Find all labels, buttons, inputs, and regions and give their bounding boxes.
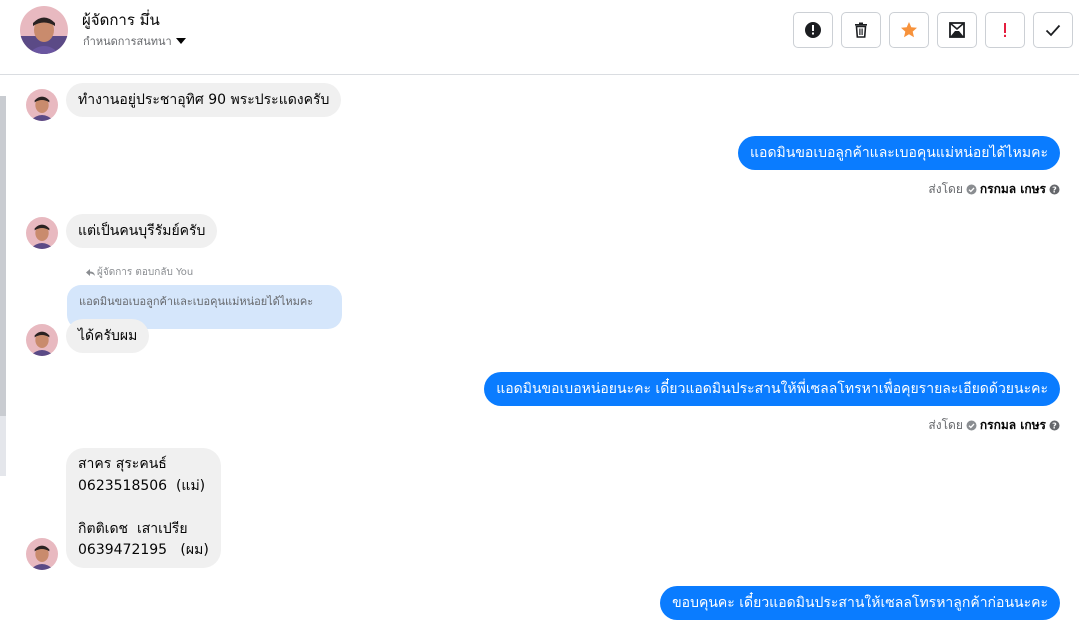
conversation-header: ผู้จัดการ มึ่น กำหนดการสนทนา: [0, 0, 1079, 75]
caret-down-icon: [175, 38, 186, 44]
message-bubble-outgoing[interactable]: แอดมินขอเบอลูกค้าและเบอคุนแม่หน่อยได้ไหม…: [738, 136, 1060, 170]
exclamation-icon: [1004, 23, 1006, 37]
report-spam-button[interactable]: [793, 12, 833, 48]
mailbox-icon: [949, 22, 965, 38]
conversation-settings-label: กำหนดการสนทนา: [83, 35, 172, 48]
contact-avatar-small[interactable]: [26, 89, 58, 121]
mark-important-button[interactable]: [985, 12, 1025, 48]
contact-name: ผู้จัดการ มึ่น: [82, 11, 160, 29]
star-icon: [901, 22, 917, 38]
delete-button[interactable]: [841, 12, 881, 48]
sent-by-prefix: ส่งโดย: [928, 418, 963, 432]
sent-by-prefix: ส่งโดย: [928, 182, 963, 196]
reply-context-label: ผู้จัดการ ตอบกลับ You: [86, 265, 193, 280]
sent-by-label: ส่งโดย กรกมล เกษร ?: [928, 180, 1060, 199]
sender-name[interactable]: กรกมล เกษร: [980, 416, 1046, 435]
message-thread[interactable]: ทำงานอยู่ประชาอุทิศ 90 พระประแดงครับ แอด…: [0, 76, 1079, 627]
message-bubble-outgoing[interactable]: แอดมินขอเบอหน่อยนะคะ เดี๋ยวแอดมินประสานใ…: [484, 372, 1060, 406]
message-bubble-incoming[interactable]: ได้ครับผม: [66, 319, 150, 353]
contact-avatar-small[interactable]: [26, 538, 58, 570]
trash-icon: [855, 22, 867, 38]
scrollbar-track[interactable]: [0, 96, 6, 476]
conversation-toolbar: [793, 12, 1073, 48]
move-to-done-button[interactable]: [937, 12, 977, 48]
scrollbar-thumb[interactable]: [0, 96, 6, 416]
question-circle-icon[interactable]: ?: [1049, 184, 1060, 195]
reply-arrow-icon: [86, 269, 95, 276]
star-button[interactable]: [889, 12, 929, 48]
contact-avatar-small[interactable]: [26, 217, 58, 249]
svg-text:?: ?: [1052, 421, 1057, 430]
chat-window: ผู้จัดการ มึ่น กำหนดการสนทนา ทำงานอยู่ปร…: [0, 0, 1079, 627]
check-icon: [1045, 24, 1061, 37]
conversation-settings[interactable]: กำหนดการสนทนา: [83, 32, 186, 50]
message-bubble-incoming[interactable]: ทำงานอยู่ประชาอุทิศ 90 พระประแดงครับ: [66, 83, 342, 117]
sender-name[interactable]: กรกมล เกษร: [980, 180, 1046, 199]
check-circle-icon: [966, 420, 977, 431]
svg-text:?: ?: [1052, 185, 1057, 194]
message-bubble-outgoing[interactable]: ขอบคุนคะ เดี๋ยวแอดมินประสานให้เซลลโทรหาล…: [660, 586, 1060, 620]
question-circle-icon[interactable]: ?: [1049, 420, 1060, 431]
contact-avatar-small[interactable]: [26, 324, 58, 356]
sent-by-label: ส่งโดย กรกมล เกษร ?: [928, 416, 1060, 435]
message-bubble-incoming[interactable]: แต่เป็นคนบุรีรัมย์ครับ: [66, 214, 218, 248]
contact-avatar[interactable]: [20, 6, 68, 54]
mark-done-button[interactable]: [1033, 12, 1073, 48]
alert-circle-icon: [805, 22, 821, 38]
check-circle-icon: [966, 184, 977, 195]
message-bubble-incoming[interactable]: สาคร สุระคนธ์ 0623518506 (แม่) กิตติเดช …: [66, 448, 221, 568]
reply-context-text: ผู้จัดการ ตอบกลับ You: [97, 267, 194, 278]
